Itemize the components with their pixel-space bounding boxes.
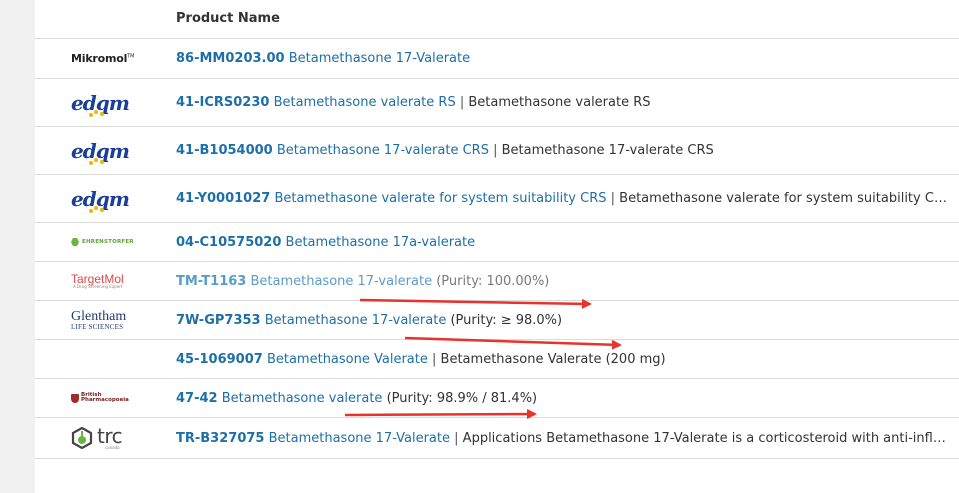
product-name-cell: 04-C10575020 Betamethasone 17a-valerate	[176, 223, 949, 261]
product-name-cell: 45-1069007 Betamethasone Valerate | Beta…	[176, 340, 949, 378]
product-name-cell: 41-B1054000 Betamethasone 17-valerate CR…	[176, 127, 949, 174]
product-list-panel: Product Name MikromolTM 86-MM0203.00 Beta…	[35, 0, 959, 493]
product-name-cell: 47-42 Betamethasone valerate (Purity: 98…	[176, 379, 949, 417]
product-name-cell: TM-T1163 Betamethasone 17-valerate (Puri…	[176, 262, 949, 300]
product-name-link[interactable]: Betamethasone valerate RS	[274, 95, 456, 110]
table-row: British Pharmacopoeia 47-42 Betamethasone …	[35, 379, 959, 418]
table-row: Glentham LIFE SCIENCES 7W-GP7353 Betametha…	[35, 301, 959, 340]
flask-ring-icon	[71, 427, 93, 449]
product-name-link[interactable]: Betamethasone 17-valerate	[250, 274, 432, 289]
british-pharmacopoeia-logo: British Pharmacopoeia	[71, 392, 129, 404]
product-code-link[interactable]: TR-B327075	[176, 431, 264, 446]
separator: |	[493, 143, 498, 158]
product-code-link[interactable]: TM-T1163	[176, 274, 246, 289]
edqm-logo: edqm	[71, 186, 130, 213]
supplier-logo-cell	[71, 340, 141, 378]
product-detail: Betamethasone valerate RS	[468, 95, 651, 110]
edqm-logo: edqm	[71, 90, 130, 117]
product-name-link[interactable]: Betamethasone 17-valerate CRS	[277, 143, 489, 158]
product-name-cell: 86-MM0203.00 Betamethasone 17-Valerate	[176, 39, 949, 78]
separator: |	[432, 351, 437, 367]
product-name-column-header: Product Name	[176, 11, 280, 26]
table-row: edqm 41-Y0001027 Betamethasone valerate f…	[35, 175, 959, 223]
product-detail: Betamethasone Valerate (200 mg)	[440, 351, 666, 367]
table-row: edqm 41-ICRS0230 Betamethasone valerate R…	[35, 79, 959, 127]
targetmol-logo: TargetMol A Drug Screening Expert	[71, 272, 124, 289]
product-code-link[interactable]: 04-C10575020	[176, 235, 281, 250]
edqm-logo: edqm	[71, 138, 130, 165]
table-row: trc canada TR-B327075 Betamethasone 17-Val…	[35, 418, 959, 459]
product-name-cell: TR-B327075 Betamethasone 17-Valerate | A…	[176, 418, 949, 458]
product-name-link[interactable]: Betamethasone valerate	[222, 391, 383, 406]
product-detail: (Purity: ≥ 98.0%)	[450, 312, 563, 328]
product-name-link[interactable]: Betamethasone 17-Valerate	[289, 51, 470, 66]
product-name-cell: 7W-GP7353 Betamethasone 17-valerate (Pur…	[176, 301, 949, 339]
supplier-logo-cell: British Pharmacopoeia	[71, 379, 141, 417]
separator: |	[459, 95, 465, 110]
product-detail: Betamethasone valerate for system suitab…	[619, 191, 949, 206]
product-name-link[interactable]: Betamethasone 17a-valerate	[286, 235, 476, 250]
hexagon-icon	[71, 238, 79, 246]
table-header: Product Name	[35, 0, 959, 39]
ehrenstorfer-logo: EHRENSTORFER	[71, 238, 134, 246]
separator: |	[610, 191, 616, 206]
supplier-logo-cell: EHRENSTORFER	[71, 223, 141, 261]
table-row: EHRENSTORFER 04-C10575020 Betamethasone 1…	[35, 223, 959, 262]
product-code-link[interactable]: 47-42	[176, 391, 218, 406]
table-row: edqm 41-B1054000 Betamethasone 17-valerat…	[35, 127, 959, 175]
table-row: 45-1069007 Betamethasone Valerate | Beta…	[35, 340, 959, 379]
product-code-link[interactable]: 41-B1054000	[176, 143, 273, 158]
product-detail: (Purity: 98.9% / 81.4%)	[386, 390, 538, 406]
supplier-logo-cell: edqm	[71, 175, 141, 222]
product-code-link[interactable]: 7W-GP7353	[176, 313, 261, 328]
supplier-logo-cell: TargetMol A Drug Screening Expert	[71, 262, 141, 300]
mikromol-logo: MikromolTM	[71, 52, 135, 65]
supplier-logo-cell: MikromolTM	[71, 39, 141, 78]
product-code-link[interactable]: 41-Y0001027	[176, 191, 270, 206]
supplier-logo-cell: edqm	[71, 127, 141, 174]
product-code-link[interactable]: 45-1069007	[176, 352, 263, 367]
product-name-link[interactable]: Betamethasone 17-Valerate	[269, 431, 450, 446]
product-name-cell: 41-ICRS0230 Betamethasone valerate RS | …	[176, 79, 949, 126]
table-row: TargetMol A Drug Screening Expert TM-T1163…	[35, 262, 959, 301]
product-name-link[interactable]: Betamethasone 17-valerate	[265, 313, 447, 328]
supplier-logo-cell: Glentham LIFE SCIENCES	[71, 301, 141, 339]
product-detail: Applications Betamethasone 17-Valerate i…	[462, 430, 949, 446]
product-name-cell: 41-Y0001027 Betamethasone valerate for s…	[176, 175, 949, 222]
table-row: MikromolTM 86-MM0203.00 Betamethasone 17-…	[35, 39, 959, 79]
product-code-link[interactable]: 41-ICRS0230	[176, 95, 269, 110]
supplier-logo-cell: trc canada	[71, 418, 141, 458]
product-detail: (Purity: 100.00%)	[436, 273, 550, 289]
separator: |	[454, 430, 459, 446]
trc-logo: trc canada	[71, 426, 123, 450]
product-detail: Betamethasone 17-valerate CRS	[501, 143, 714, 158]
product-name-link[interactable]: Betamethasone Valerate	[267, 352, 428, 367]
glentham-logo: Glentham LIFE SCIENCES	[71, 308, 127, 331]
product-code-link[interactable]: 86-MM0203.00	[176, 51, 285, 66]
product-name-link[interactable]: Betamethasone valerate for system suitab…	[274, 191, 606, 206]
crest-icon	[71, 393, 79, 403]
supplier-logo-cell: edqm	[71, 79, 141, 126]
